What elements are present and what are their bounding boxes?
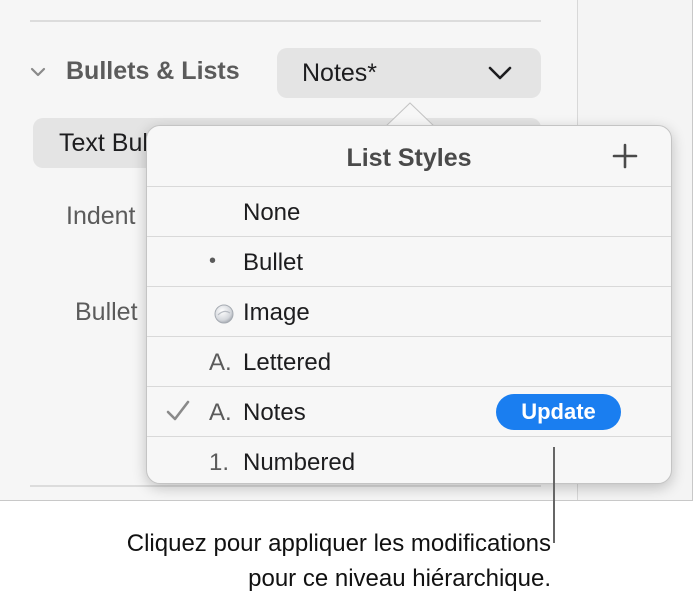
image-bullet-icon	[209, 299, 239, 325]
list-style-item-image[interactable]: Image	[147, 286, 671, 336]
list-styles-popover: List Styles None • Bullet Image A. Lette…	[146, 125, 672, 484]
numbered-marker: 1.	[209, 449, 230, 476]
list-style-label: Lettered	[243, 349, 332, 376]
callout-line: pour ce niveau hiérarchique.	[248, 565, 551, 592]
bullet-label: Bullet	[75, 298, 138, 326]
popover-header: List Styles	[147, 126, 671, 186]
divider	[30, 20, 541, 22]
callout-text: Cliquez pour appliquer les modifications…	[127, 526, 551, 596]
bullet-type-value: Text Bul	[59, 129, 148, 157]
bullet-marker: •	[209, 250, 217, 272]
list-style-item-numbered[interactable]: 1. Numbered	[147, 436, 671, 486]
list-style-item-bullet[interactable]: • Bullet	[147, 236, 671, 286]
lettered-marker: A.	[209, 399, 232, 426]
indent-label: Indent	[66, 202, 136, 230]
list-style-value: Notes*	[302, 59, 378, 87]
callout-line: Cliquez pour appliquer les modifications	[126, 530, 551, 557]
list-style-item-none[interactable]: None	[147, 186, 671, 236]
list-style-label: Bullet	[243, 249, 304, 276]
update-button[interactable]: Update	[496, 394, 621, 430]
list-style-popup[interactable]: Notes*	[277, 48, 541, 98]
plus-icon[interactable]	[611, 142, 639, 170]
list-style-label: Image	[243, 299, 310, 326]
chevron-down-icon	[488, 66, 512, 80]
callout-leader-line	[553, 447, 555, 543]
chevron-down-icon[interactable]	[28, 62, 48, 82]
list-style-label: None	[243, 199, 301, 226]
list-style-item-notes[interactable]: A. Notes Update	[147, 386, 671, 436]
list-style-label: Notes	[243, 399, 306, 426]
popover-title: List Styles	[346, 144, 472, 172]
screenshot-panel: Bullets & Lists Notes* Text Bul Indent B…	[0, 0, 693, 501]
list-style-label: Numbered	[243, 449, 356, 476]
checkmark-icon	[166, 400, 190, 421]
section-title[interactable]: Bullets & Lists	[66, 57, 240, 86]
lettered-marker: A.	[209, 349, 232, 376]
list-style-item-lettered[interactable]: A. Lettered	[147, 336, 671, 386]
list-style-list: None • Bullet Image A. Lettered A. Notes…	[147, 186, 671, 486]
